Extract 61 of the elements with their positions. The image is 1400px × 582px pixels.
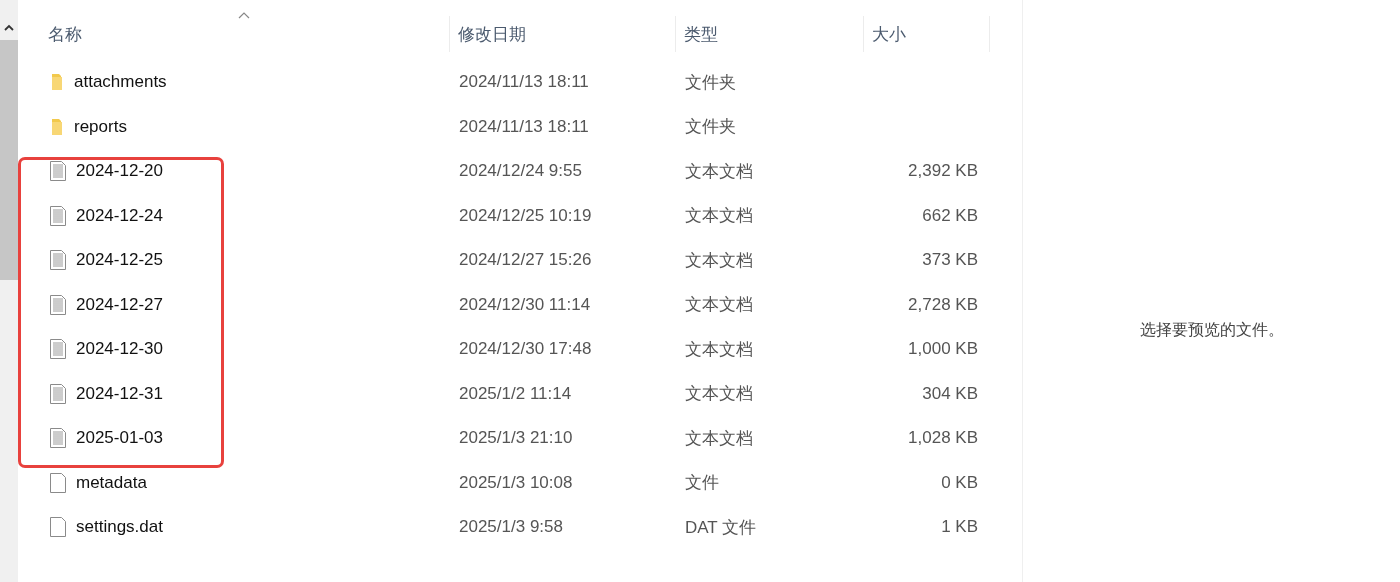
scrollbar-thumb[interactable] — [0, 40, 18, 280]
column-header[interactable]: 名称 — [18, 16, 450, 52]
file-name[interactable]: 2024-12-20 — [76, 161, 163, 182]
modified-date: 2025/1/3 10:08 — [458, 472, 574, 493]
file-type: DAT 文件 — [684, 516, 758, 539]
file-type: 文件 — [684, 472, 720, 495]
file-size: 1,028 KB — [907, 428, 979, 449]
folder-icon — [50, 117, 64, 136]
column-header[interactable]: 修改日期 — [450, 16, 676, 52]
modified-date: 2025/1/2 11:14 — [458, 383, 573, 404]
file-type: 文件夹 — [684, 116, 737, 139]
file-name[interactable]: 2024-12-31 — [76, 383, 163, 404]
modified-date: 2024/12/27 15:26 — [458, 250, 593, 271]
file-name[interactable]: 2024-12-25 — [76, 250, 163, 271]
file-size: 2,392 KB — [907, 161, 979, 182]
file-type: 文本文档 — [684, 249, 754, 272]
scroll-up-icon[interactable] — [4, 24, 14, 32]
modified-date: 2025/1/3 21:10 — [458, 428, 574, 449]
file-name[interactable]: 2024-12-27 — [76, 294, 163, 315]
file-name[interactable]: 2024-12-30 — [76, 339, 163, 360]
text-file-icon — [50, 383, 66, 404]
file-name[interactable]: metadata — [76, 472, 147, 493]
file-size: 1 KB — [940, 517, 979, 538]
modified-date: 2024/12/24 9:55 — [458, 161, 583, 182]
file-size: 0 KB — [940, 472, 979, 493]
file-size: 373 KB — [921, 250, 979, 271]
column-header[interactable]: 类型 — [676, 16, 864, 52]
preview-message: 选择要预览的文件。 — [1139, 319, 1284, 340]
text-file-icon — [50, 294, 66, 315]
file-name[interactable]: 2025-01-03 — [76, 428, 163, 449]
file-size: 1,000 KB — [907, 339, 979, 360]
file-name[interactable]: settings.dat — [76, 517, 163, 538]
file-type: 文本文档 — [684, 338, 754, 361]
file-name[interactable]: 2024-12-24 — [76, 205, 163, 226]
file-icon — [50, 472, 66, 493]
file-type: 文本文档 — [684, 205, 754, 228]
modified-date: 2024/11/13 18:11 — [458, 72, 590, 93]
file-size: 304 KB — [921, 383, 979, 404]
file-type: 文本文档 — [684, 294, 754, 317]
modified-date: 2024/12/30 11:14 — [458, 294, 592, 315]
file-icon — [50, 517, 66, 538]
text-file-icon — [50, 339, 66, 360]
column-header[interactable]: 大小 — [864, 16, 990, 52]
file-type: 文本文档 — [684, 383, 754, 406]
text-file-icon — [50, 428, 66, 449]
text-file-icon — [50, 161, 66, 182]
modified-date: 2025/1/3 9:58 — [458, 517, 564, 538]
modified-date: 2024/12/30 17:48 — [458, 339, 593, 360]
file-size: 662 KB — [921, 205, 979, 226]
text-file-icon — [50, 205, 66, 226]
file-type: 文本文档 — [684, 160, 754, 183]
file-name[interactable]: reports — [74, 116, 127, 137]
scrollbar[interactable] — [0, 0, 18, 582]
folder-icon — [50, 73, 64, 92]
text-file-icon — [50, 250, 66, 271]
modified-date: 2024/11/13 18:11 — [458, 116, 590, 137]
file-size: 2,728 KB — [907, 294, 979, 315]
file-name[interactable]: attachments — [74, 72, 167, 93]
file-type: 文件夹 — [684, 71, 737, 94]
file-type: 文本文档 — [684, 427, 754, 450]
modified-date: 2024/12/25 10:19 — [458, 205, 593, 226]
